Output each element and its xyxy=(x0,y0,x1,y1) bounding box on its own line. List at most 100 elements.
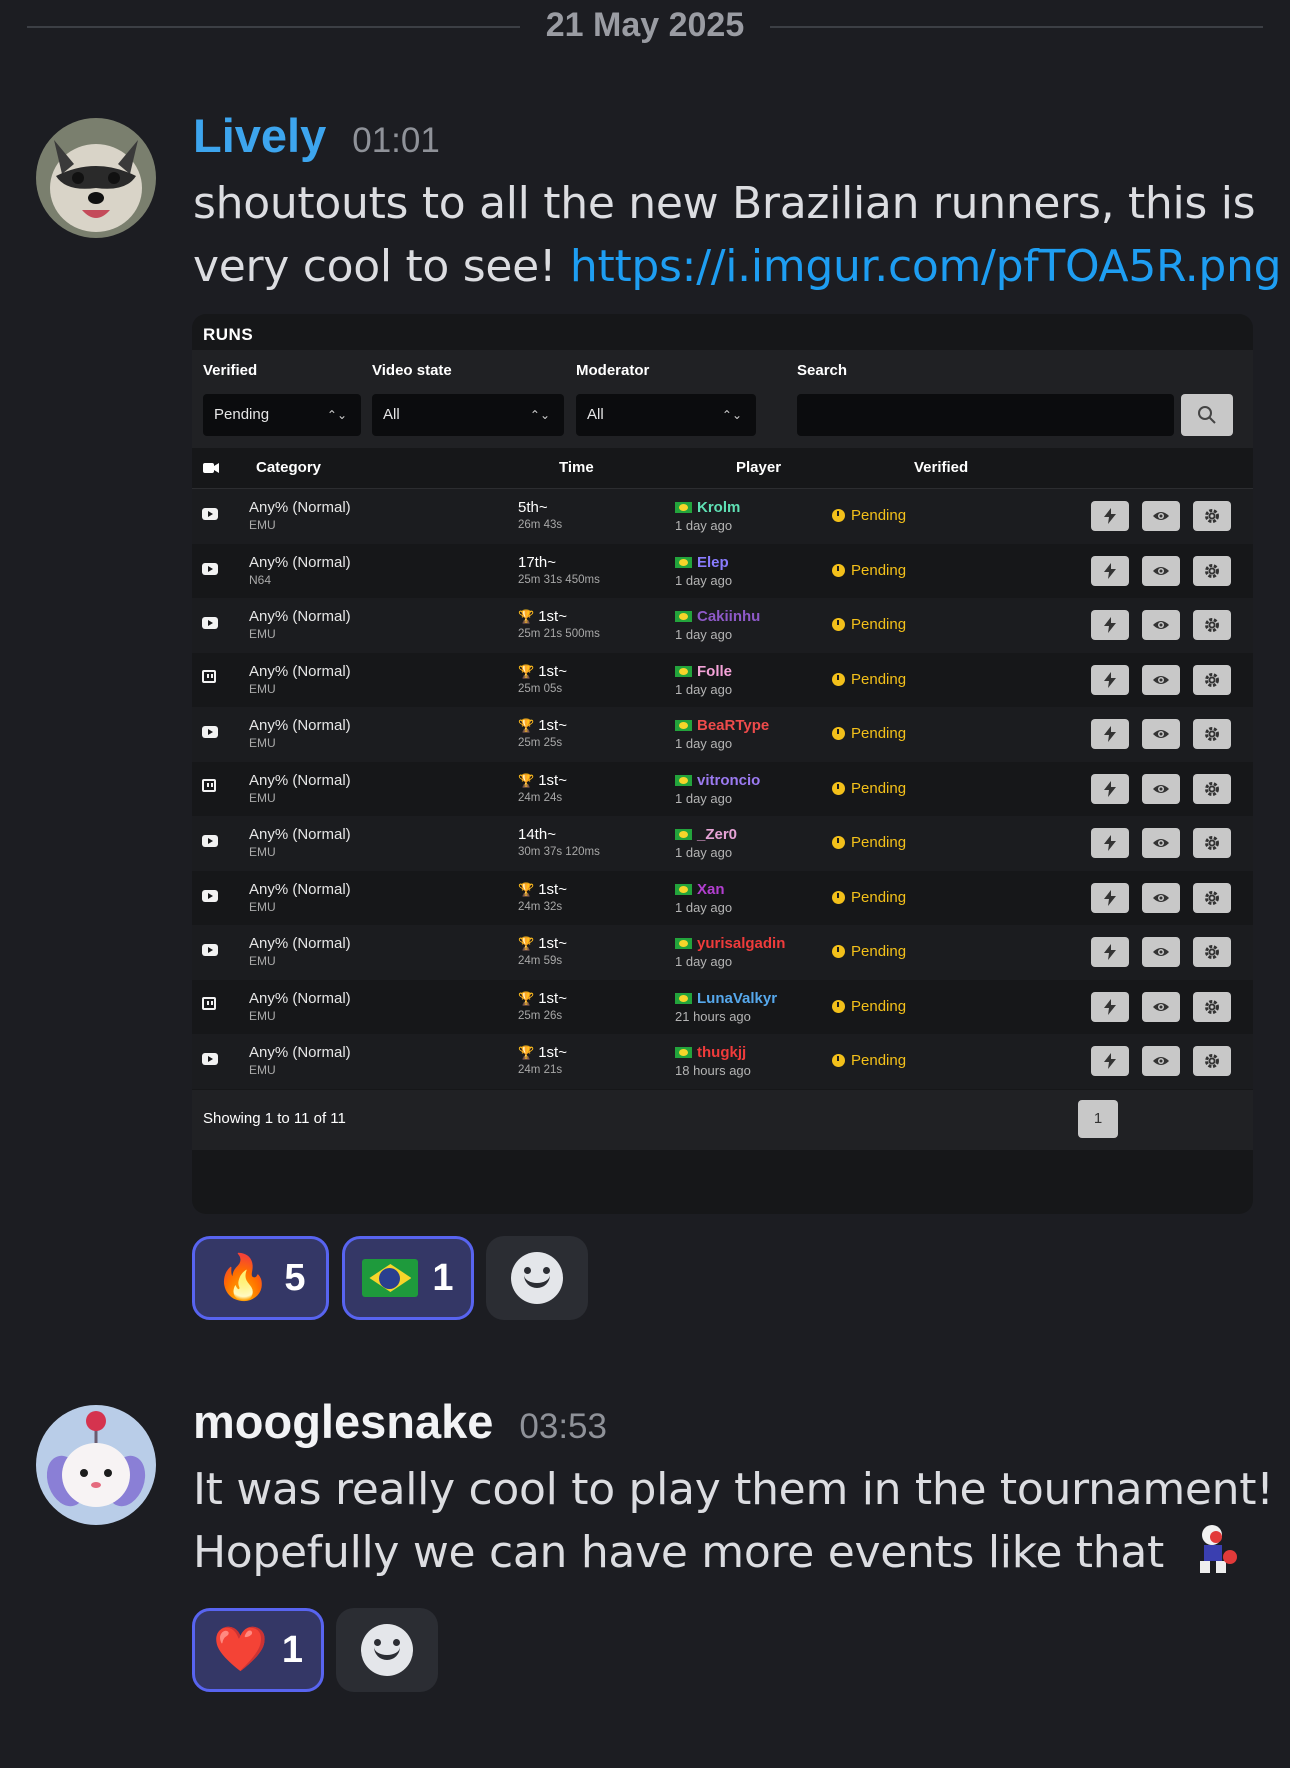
settings-button[interactable] xyxy=(1193,828,1231,858)
username[interactable]: Lively xyxy=(193,108,326,163)
settings-button[interactable] xyxy=(1193,937,1231,967)
player-name[interactable]: BeaRType xyxy=(675,717,769,734)
table-row[interactable]: Any% (Normal) EMU 🏆 1st~ 24m 21s thugkjj 18 ho… xyxy=(192,1034,1253,1089)
video-state-select[interactable]: All ⌃⌄ xyxy=(372,394,564,436)
player-name[interactable]: Folle xyxy=(675,663,732,680)
message-link[interactable]: https://i.imgur.com/pfTOA5R.png xyxy=(570,241,1282,292)
view-button[interactable] xyxy=(1142,719,1180,749)
lightning-button[interactable] xyxy=(1091,882,1129,913)
lightning-button[interactable] xyxy=(1091,610,1129,640)
view-button[interactable] xyxy=(1142,610,1180,640)
twitch-icon[interactable] xyxy=(202,996,216,1010)
view-button[interactable] xyxy=(1142,882,1180,913)
submitted-ago: 1 day ago xyxy=(675,681,733,697)
table-row[interactable]: Any% (Normal) EMU 🏆 1st~ 25m 05s Folle 1 day a… xyxy=(192,652,1253,707)
reaction-brazil-flag[interactable]: 1 xyxy=(342,1236,474,1320)
lightning-button[interactable] xyxy=(1091,719,1129,749)
player-name[interactable]: Xan xyxy=(675,881,725,898)
column-header-verified[interactable]: Verified xyxy=(914,459,968,476)
twitch-icon[interactable] xyxy=(202,778,216,792)
youtube-icon[interactable] xyxy=(202,944,218,956)
add-reaction-button[interactable] xyxy=(336,1608,438,1692)
settings-button[interactable] xyxy=(1193,664,1231,695)
settings-button[interactable] xyxy=(1193,773,1231,804)
settings-button[interactable] xyxy=(1193,991,1231,1022)
player-name[interactable]: Krolm xyxy=(675,499,740,516)
table-row[interactable]: Any% (Normal) EMU 🏆 1st~ 25m 21s 500ms Cakiin… xyxy=(192,598,1253,653)
lightning-button[interactable] xyxy=(1091,664,1129,695)
youtube-icon[interactable] xyxy=(202,1053,218,1065)
player-name[interactable]: yurisalgadin xyxy=(675,935,785,952)
column-header-time[interactable]: Time xyxy=(559,459,594,476)
avatar-mooglesnake[interactable] xyxy=(36,1405,156,1525)
view-button[interactable] xyxy=(1142,555,1180,586)
table-row[interactable]: Any% (Normal) EMU 🏆 1st~ 24m 32s Xan 1 day ago… xyxy=(192,870,1253,925)
view-button[interactable] xyxy=(1142,828,1180,858)
lightning-icon xyxy=(1104,780,1116,797)
table-row[interactable]: Any% (Normal) EMU 🏆 1st~ 25m 25s BeaRType 1 da… xyxy=(192,707,1253,762)
search-input[interactable] xyxy=(797,394,1174,436)
settings-button[interactable] xyxy=(1193,501,1231,531)
status-badge: Pending xyxy=(832,1052,906,1069)
username[interactable]: mooglesnake xyxy=(193,1394,493,1449)
table-row[interactable]: Any% (Normal) EMU 🏆 1st~ 24m 24s vitroncio 1 d… xyxy=(192,761,1253,816)
player-name[interactable]: thugkjj xyxy=(675,1044,746,1061)
status-text: Pending xyxy=(851,779,907,797)
eye-icon xyxy=(1153,784,1169,793)
lightning-icon xyxy=(1104,998,1116,1015)
run-platform: EMU xyxy=(249,845,276,859)
lightning-button[interactable] xyxy=(1091,937,1129,967)
reaction-fire[interactable]: 🔥 5 xyxy=(192,1236,329,1320)
lightning-button[interactable] xyxy=(1091,773,1129,804)
table-row[interactable]: Any% (Normal) EMU 14th~ 30m 37s 120ms _Zer0 1… xyxy=(192,816,1253,871)
lightning-button[interactable] xyxy=(1091,1046,1129,1076)
settings-button[interactable] xyxy=(1193,882,1231,913)
player-name[interactable]: _Zer0 xyxy=(675,826,737,843)
verified-select[interactable]: Pending ⌃⌄ xyxy=(203,394,361,436)
lightning-button[interactable] xyxy=(1091,501,1129,531)
table-row[interactable]: Any% (Normal) EMU 5th~ 26m 43s Krolm 1 day ag… xyxy=(192,489,1253,544)
run-category: Any% (Normal) xyxy=(249,1044,351,1061)
view-button[interactable] xyxy=(1142,773,1180,804)
settings-button[interactable] xyxy=(1193,719,1231,749)
view-button[interactable] xyxy=(1142,937,1180,967)
settings-button[interactable] xyxy=(1193,610,1231,640)
eye-icon xyxy=(1153,566,1169,575)
embedded-image-runs-table[interactable]: RUNS Verified Video state Moderator Sear… xyxy=(192,314,1253,1214)
add-reaction-button[interactable] xyxy=(486,1236,588,1320)
avatar-lively[interactable] xyxy=(36,118,156,238)
table-row[interactable]: Any% (Normal) EMU 🏆 1st~ 25m 26s LunaValkyr 21… xyxy=(192,979,1253,1034)
view-button[interactable] xyxy=(1142,1046,1180,1076)
youtube-icon[interactable] xyxy=(202,617,218,629)
lightning-button[interactable] xyxy=(1091,555,1129,586)
lightning-button[interactable] xyxy=(1091,828,1129,858)
youtube-icon[interactable] xyxy=(202,508,218,520)
player-name[interactable]: LunaValkyr xyxy=(675,990,777,1007)
lightning-button[interactable] xyxy=(1091,991,1129,1022)
column-header-category[interactable]: Category xyxy=(256,459,321,476)
youtube-icon[interactable] xyxy=(202,726,218,738)
twitch-icon[interactable] xyxy=(202,669,216,683)
view-button[interactable] xyxy=(1142,501,1180,531)
message-text: Hopefully we can have more events like t… xyxy=(193,1527,1164,1578)
view-button[interactable] xyxy=(1142,664,1180,695)
table-row[interactable]: Any% (Normal) EMU 🏆 1st~ 24m 59s yurisalgadin… xyxy=(192,925,1253,980)
page-button[interactable]: 1 xyxy=(1078,1100,1118,1138)
search-button[interactable] xyxy=(1181,394,1233,436)
table-row[interactable]: Any% (Normal) N64 17th~ 25m 31s 450ms Elep 1 … xyxy=(192,543,1253,598)
reaction-heart[interactable]: ❤️ 1 xyxy=(192,1608,324,1692)
youtube-icon[interactable] xyxy=(202,889,218,902)
youtube-icon[interactable] xyxy=(202,562,218,575)
trophy-icon: 🏆 xyxy=(518,609,535,624)
status-badge: Pending xyxy=(832,834,906,851)
settings-button[interactable] xyxy=(1193,555,1231,586)
player-name[interactable]: Cakiinhu xyxy=(675,608,760,625)
settings-button[interactable] xyxy=(1193,1046,1231,1076)
view-button[interactable] xyxy=(1142,991,1180,1022)
player-name[interactable]: vitroncio xyxy=(675,772,760,789)
run-category: Any% (Normal) xyxy=(249,935,351,952)
moderator-select[interactable]: All ⌃⌄ xyxy=(576,394,756,436)
player-name[interactable]: Elep xyxy=(675,554,729,571)
youtube-icon[interactable] xyxy=(202,835,218,847)
column-header-player[interactable]: Player xyxy=(736,459,781,476)
